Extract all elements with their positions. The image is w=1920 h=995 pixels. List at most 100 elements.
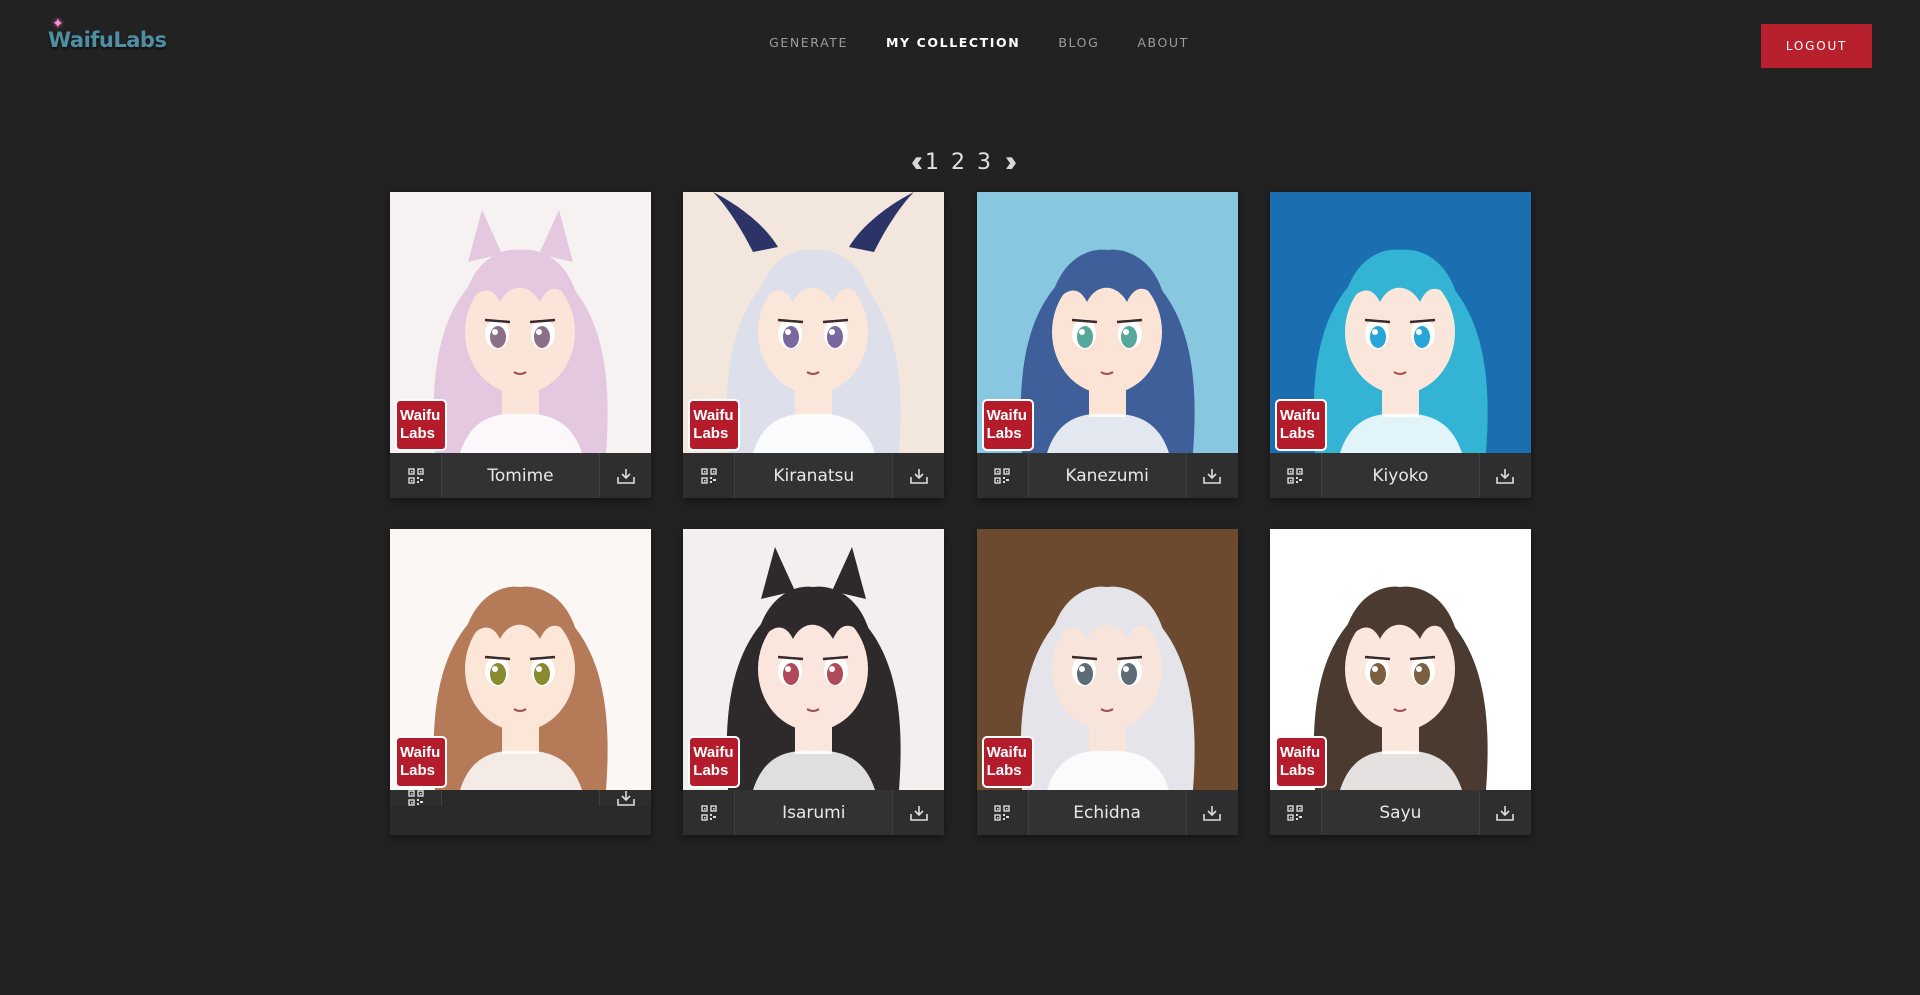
card-footer: Kanezumi <box>976 453 1238 498</box>
qr-code-button[interactable] <box>1269 790 1322 835</box>
qr-code-icon <box>1287 467 1304 484</box>
waifu-card[interactable]: Waifu Labs Kiyoko <box>1269 192 1531 498</box>
waifu-portrait-image[interactable]: Waifu Labs <box>976 529 1238 790</box>
download-button[interactable] <box>599 453 651 498</box>
watermark-line1: Waifu <box>1279 407 1321 424</box>
page-3[interactable]: 3 <box>977 150 991 175</box>
qr-code-button[interactable] <box>976 790 1029 835</box>
waifu-card[interactable]: Waifu Labs Tomime <box>390 192 651 498</box>
waifu-card[interactable]: Waifu Labs Sayu <box>1269 529 1531 835</box>
card-footer: Kiyoko <box>1269 453 1531 498</box>
qr-code-icon <box>994 804 1010 821</box>
watermark-line1: Waifu <box>400 744 441 761</box>
card-footer: Kiranatsu <box>683 453 945 498</box>
download-button[interactable] <box>892 453 945 498</box>
download-icon <box>1496 805 1515 821</box>
card-footer <box>390 790 651 806</box>
waifu-portrait-image[interactable]: Waifu Labs <box>390 192 651 453</box>
watermark-line1: Waifu <box>693 744 734 761</box>
waifu-portrait-image[interactable]: Waifu Labs <box>683 529 945 790</box>
watermark-line1: Waifu <box>986 744 1027 761</box>
card-footer: Echidna <box>976 790 1238 835</box>
download-button[interactable] <box>1478 453 1531 498</box>
waifulabs-watermark: Waifu Labs <box>1274 399 1327 451</box>
download-icon <box>1203 468 1221 484</box>
waifu-portrait-image[interactable]: Waifu Labs <box>1269 529 1531 790</box>
qr-code-button[interactable] <box>390 790 442 806</box>
qr-code-icon <box>1287 804 1304 821</box>
qr-code-button[interactable] <box>976 453 1029 498</box>
download-icon <box>909 468 928 484</box>
watermark-line2: Labs <box>400 762 436 779</box>
qr-code-icon <box>407 790 424 806</box>
waifulabs-watermark: Waifu Labs <box>395 736 447 788</box>
nav-generate[interactable]: GENERATE <box>769 35 848 50</box>
waifulabs-watermark: Waifu Labs <box>1274 736 1327 788</box>
card-footer: Sayu <box>1269 790 1531 835</box>
waifulabs-watermark: Waifu Labs <box>981 399 1034 451</box>
download-icon <box>1496 468 1515 484</box>
qr-code-icon <box>994 467 1010 484</box>
waifulabs-watermark: Waifu Labs <box>688 399 741 451</box>
card-footer: Tomime <box>390 453 651 498</box>
watermark-line1: Waifu <box>693 407 734 424</box>
download-icon <box>616 468 635 484</box>
qr-code-icon <box>701 467 717 484</box>
nav-about[interactable]: ABOUT <box>1137 35 1189 50</box>
watermark-line2: Labs <box>693 425 729 442</box>
waifu-portrait-image[interactable]: Waifu Labs <box>683 192 945 453</box>
waifu-name <box>442 790 599 806</box>
main-nav: GENERATE MY COLLECTION BLOG ABOUT <box>0 35 1920 50</box>
waifu-name: Echidna <box>1073 802 1141 823</box>
waifulabs-watermark: Waifu Labs <box>981 736 1034 788</box>
waifu-name: Isarumi <box>782 802 846 823</box>
watermark-line1: Waifu <box>400 407 441 424</box>
waifu-name: Kiranatsu <box>773 465 855 486</box>
pagination: ‹‹ 1 2 3 ›› <box>0 147 1920 177</box>
waifu-name: Kanezumi <box>1065 465 1149 486</box>
qr-code-button[interactable] <box>683 790 736 835</box>
qr-code-button[interactable] <box>390 453 442 498</box>
page-2[interactable]: 2 <box>951 150 965 175</box>
card-footer: Isarumi <box>683 790 945 835</box>
waifu-name: Kiyoko <box>1372 465 1429 486</box>
download-button[interactable] <box>1185 790 1238 835</box>
collection-grid: Waifu Labs Tomime Waifu Labs Kiranatsu W… <box>390 192 1531 835</box>
watermark-line2: Labs <box>1279 762 1315 779</box>
nav-my-collection[interactable]: MY COLLECTION <box>886 35 1020 50</box>
nav-blog[interactable]: BLOG <box>1058 35 1099 50</box>
waifu-portrait-image[interactable]: Waifu Labs <box>390 529 651 790</box>
logout-button[interactable]: LOGOUT <box>1761 24 1872 68</box>
waifu-card[interactable]: Waifu Labs <box>390 529 651 835</box>
download-button[interactable] <box>892 790 945 835</box>
download-button[interactable] <box>1478 790 1531 835</box>
download-button[interactable] <box>599 790 651 806</box>
qr-code-button[interactable] <box>1269 453 1322 498</box>
watermark-line2: Labs <box>693 762 729 779</box>
waifulabs-watermark: Waifu Labs <box>688 736 741 788</box>
double-chevron-left-icon[interactable]: ‹‹ <box>907 147 923 177</box>
qr-code-icon <box>407 467 424 484</box>
waifu-portrait-image[interactable]: Waifu Labs <box>1269 192 1531 453</box>
watermark-line2: Labs <box>400 425 436 442</box>
waifu-card[interactable]: Waifu Labs Echidna <box>976 529 1238 835</box>
waifu-name: Sayu <box>1379 802 1422 823</box>
waifu-card[interactable]: Waifu Labs Kanezumi <box>976 192 1238 498</box>
qr-code-button[interactable] <box>683 453 736 498</box>
page-1[interactable]: 1 <box>925 150 939 175</box>
sparkle-icon: ✦ <box>52 15 64 31</box>
waifu-card[interactable]: Waifu Labs Kiranatsu <box>683 192 945 498</box>
top-navbar: WaifuLabs ✦ GENERATE MY COLLECTION BLOG … <box>0 0 1920 90</box>
download-icon <box>909 805 928 821</box>
download-button[interactable] <box>1185 453 1238 498</box>
watermark-line1: Waifu <box>1279 744 1321 761</box>
waifu-card[interactable]: Waifu Labs Isarumi <box>683 529 945 835</box>
watermark-line2: Labs <box>1279 425 1315 442</box>
watermark-line2: Labs <box>986 762 1022 779</box>
watermark-line2: Labs <box>986 425 1022 442</box>
download-icon <box>1203 805 1221 821</box>
double-chevron-right-icon[interactable]: ›› <box>997 147 1017 177</box>
waifu-portrait-image[interactable]: Waifu Labs <box>976 192 1238 453</box>
download-icon <box>616 791 635 806</box>
watermark-line1: Waifu <box>986 407 1027 424</box>
